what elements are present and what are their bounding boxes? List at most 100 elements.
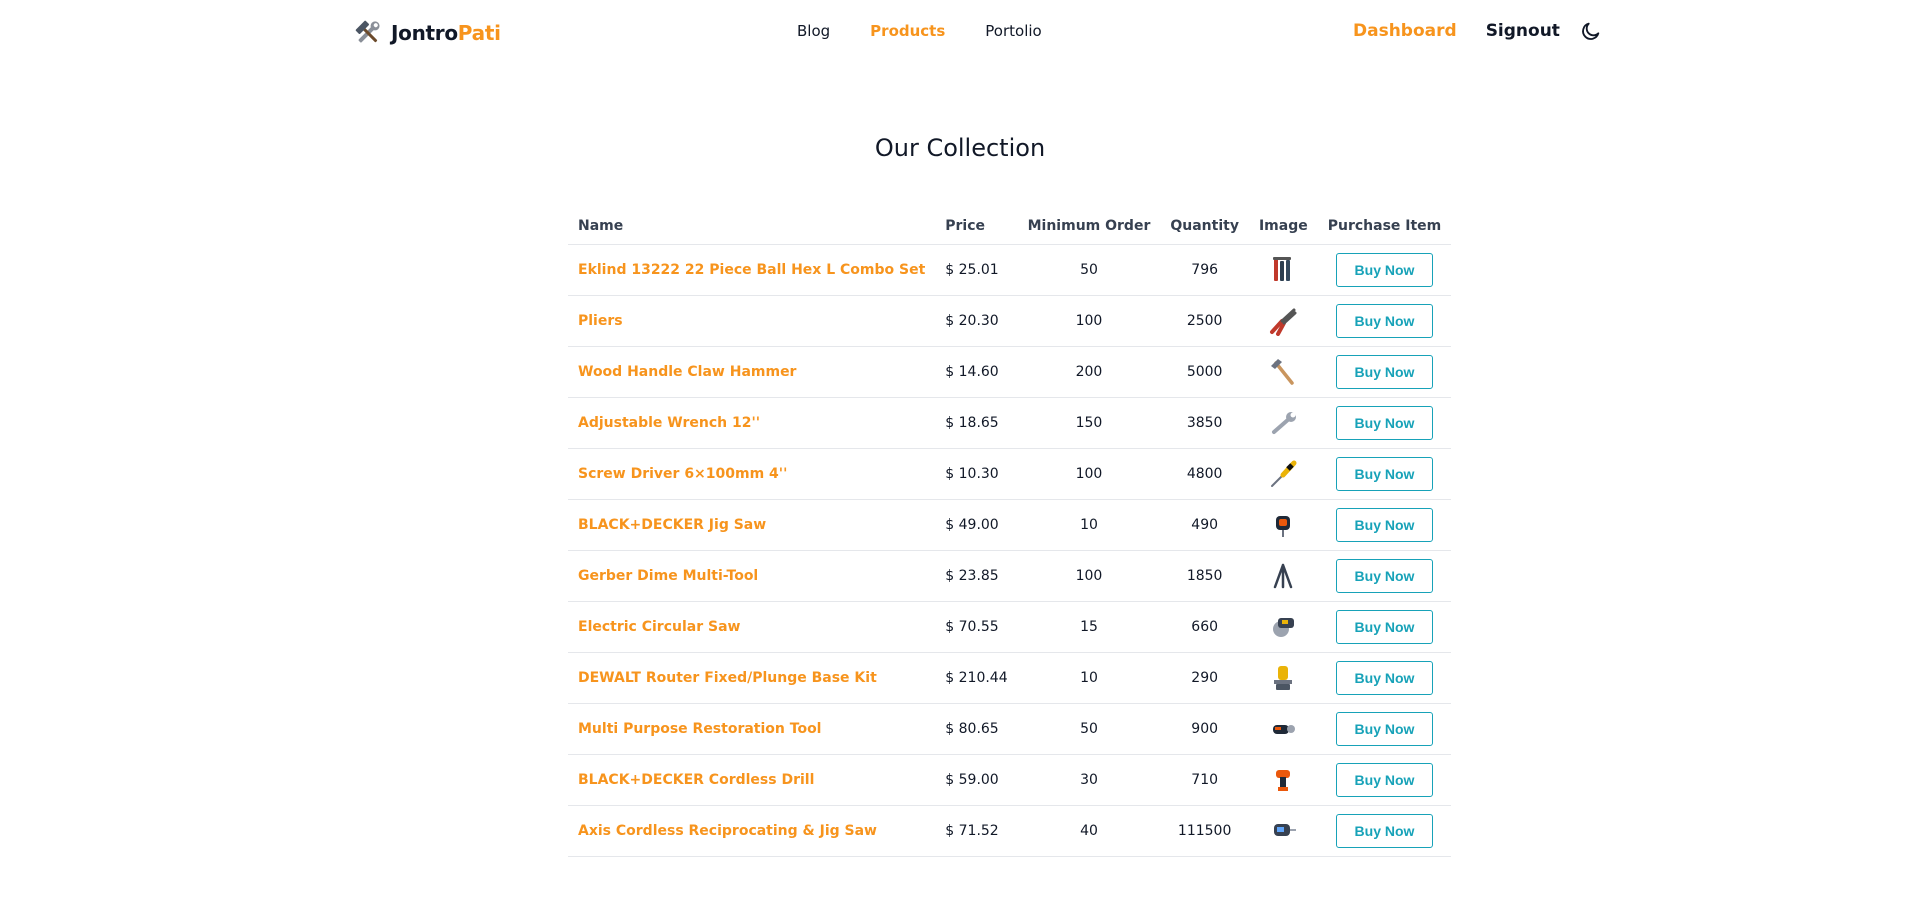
- product-price: $ 25.01: [935, 244, 1018, 296]
- nav-link-blog[interactable]: Blog: [797, 22, 830, 40]
- product-quantity: 2500: [1160, 295, 1249, 347]
- product-minimum-order: 10: [1017, 652, 1161, 704]
- product-quantity: 660: [1160, 601, 1249, 653]
- table-header-row: Name Price Minimum Order Quantity Image …: [568, 208, 1452, 245]
- product-price: $ 20.30: [935, 295, 1018, 347]
- purchase-cell: Buy Now: [1317, 754, 1452, 806]
- products-table-body: Eklind 13222 22 Piece Ball Hex L Combo S…: [568, 244, 1452, 857]
- multi-tool-icon: [1268, 561, 1298, 591]
- product-quantity: 490: [1160, 499, 1249, 551]
- brand-logo[interactable]: JontroPati: [353, 19, 501, 47]
- buy-now-button[interactable]: Buy Now: [1335, 457, 1434, 491]
- product-price: $ 14.60: [935, 346, 1018, 398]
- buy-now-button[interactable]: Buy Now: [1335, 304, 1434, 338]
- brand-name: JontroPati: [391, 21, 501, 45]
- product-name[interactable]: Gerber Dime Multi-Tool: [568, 550, 936, 602]
- table-row: Adjustable Wrench 12'' $ 18.65 150 3850 Buy …: [568, 397, 1452, 449]
- jig-saw-icon: [1268, 510, 1298, 540]
- product-price: $ 18.65: [935, 397, 1018, 449]
- moon-icon[interactable]: [1580, 20, 1602, 42]
- table-row: BLACK+DECKER Cordless Drill $ 59.00 30 710 B…: [568, 754, 1452, 806]
- product-image-cell: [1248, 244, 1318, 296]
- nav-link-products[interactable]: Products: [870, 22, 945, 40]
- brand-name-part2: Pati: [457, 21, 501, 45]
- product-price: $ 49.00: [935, 499, 1018, 551]
- table-row: DEWALT Router Fixed/Plunge Base Kit $ 210…: [568, 652, 1452, 704]
- table-row: Eklind 13222 22 Piece Ball Hex L Combo S…: [568, 244, 1452, 296]
- nav-link-portolio[interactable]: Portolio: [985, 22, 1041, 40]
- table-row: Multi Purpose Restoration Tool $ 80.65 50 9…: [568, 703, 1452, 755]
- buy-now-button[interactable]: Buy Now: [1335, 661, 1434, 695]
- product-name[interactable]: Pliers: [568, 295, 936, 347]
- buy-now-button[interactable]: Buy Now: [1335, 559, 1434, 593]
- product-minimum-order: 150: [1017, 397, 1161, 449]
- product-name[interactable]: Wood Handle Claw Hammer: [568, 346, 936, 398]
- product-name[interactable]: Adjustable Wrench 12'': [568, 397, 936, 449]
- purchase-cell: Buy Now: [1317, 346, 1452, 398]
- signout-link[interactable]: Signout: [1486, 21, 1560, 41]
- table-row: Pliers $ 20.30 100 2500 Buy Now: [568, 295, 1452, 347]
- product-price: $ 10.30: [935, 448, 1018, 500]
- table-row: Axis Cordless Reciprocating & Jig Saw $ 7…: [568, 805, 1452, 857]
- header-purchase-item: Purchase Item: [1317, 208, 1452, 245]
- restoration-tool-icon: [1268, 714, 1298, 744]
- product-image-cell: [1248, 754, 1318, 806]
- hex-key-set-icon: [1268, 255, 1298, 285]
- product-name[interactable]: BLACK+DECKER Cordless Drill: [568, 754, 936, 806]
- buy-now-button[interactable]: Buy Now: [1335, 406, 1434, 440]
- product-image-cell: [1248, 805, 1318, 857]
- header-name: Name: [568, 208, 936, 245]
- buy-now-button[interactable]: Buy Now: [1335, 763, 1434, 797]
- products-table: Name Price Minimum Order Quantity Image …: [568, 208, 1452, 857]
- product-quantity: 796: [1160, 244, 1249, 296]
- pliers-icon: [1268, 306, 1298, 336]
- purchase-cell: Buy Now: [1317, 397, 1452, 449]
- purchase-cell: Buy Now: [1317, 295, 1452, 347]
- buy-now-button[interactable]: Buy Now: [1335, 253, 1434, 287]
- product-image-cell: [1248, 499, 1318, 551]
- product-name[interactable]: DEWALT Router Fixed/Plunge Base Kit: [568, 652, 936, 704]
- dashboard-link[interactable]: Dashboard: [1353, 21, 1457, 41]
- purchase-cell: Buy Now: [1317, 244, 1452, 296]
- screwdriver-icon: [1268, 459, 1298, 489]
- product-quantity: 290: [1160, 652, 1249, 704]
- product-image-cell: [1248, 448, 1318, 500]
- purchase-cell: Buy Now: [1317, 499, 1452, 551]
- product-name[interactable]: BLACK+DECKER Jig Saw: [568, 499, 936, 551]
- product-minimum-order: 50: [1017, 703, 1161, 755]
- product-minimum-order: 200: [1017, 346, 1161, 398]
- product-minimum-order: 50: [1017, 244, 1161, 296]
- claw-hammer-icon: [1268, 357, 1298, 387]
- product-name[interactable]: Multi Purpose Restoration Tool: [568, 703, 936, 755]
- buy-now-button[interactable]: Buy Now: [1335, 508, 1434, 542]
- product-image-cell: [1248, 601, 1318, 653]
- navbar: JontroPati Blog Products Portolio Dashbo…: [0, 0, 1920, 64]
- table-row: Electric Circular Saw $ 70.55 15 660 Buy Now: [568, 601, 1452, 653]
- product-name[interactable]: Screw Driver 6×100mm 4'': [568, 448, 936, 500]
- buy-now-button[interactable]: Buy Now: [1335, 610, 1434, 644]
- product-price: $ 70.55: [935, 601, 1018, 653]
- hammer-wrench-icon: [355, 20, 380, 43]
- table-row: BLACK+DECKER Jig Saw $ 49.00 10 490 Buy Now: [568, 499, 1452, 551]
- table-row: Wood Handle Claw Hammer $ 14.60 200 5000 Buy…: [568, 346, 1452, 398]
- buy-now-button[interactable]: Buy Now: [1335, 814, 1434, 848]
- product-minimum-order: 10: [1017, 499, 1161, 551]
- product-image-cell: [1248, 295, 1318, 347]
- product-minimum-order: 100: [1017, 550, 1161, 602]
- purchase-cell: Buy Now: [1317, 448, 1452, 500]
- table-row: Screw Driver 6×100mm 4'' $ 10.30 100 4800 Bu…: [568, 448, 1452, 500]
- product-name[interactable]: Axis Cordless Reciprocating & Jig Saw: [568, 805, 936, 857]
- product-price: $ 59.00: [935, 754, 1018, 806]
- purchase-cell: Buy Now: [1317, 601, 1452, 653]
- header-image: Image: [1248, 208, 1318, 245]
- buy-now-button[interactable]: Buy Now: [1335, 712, 1434, 746]
- reciprocating-saw-icon: [1268, 816, 1298, 846]
- product-quantity: 5000: [1160, 346, 1249, 398]
- product-name[interactable]: Eklind 13222 22 Piece Ball Hex L Combo S…: [568, 244, 936, 296]
- buy-now-button[interactable]: Buy Now: [1335, 355, 1434, 389]
- product-name[interactable]: Electric Circular Saw: [568, 601, 936, 653]
- product-price: $ 23.85: [935, 550, 1018, 602]
- product-minimum-order: 15: [1017, 601, 1161, 653]
- purchase-cell: Buy Now: [1317, 550, 1452, 602]
- brand-name-part1: Jontro: [391, 21, 458, 45]
